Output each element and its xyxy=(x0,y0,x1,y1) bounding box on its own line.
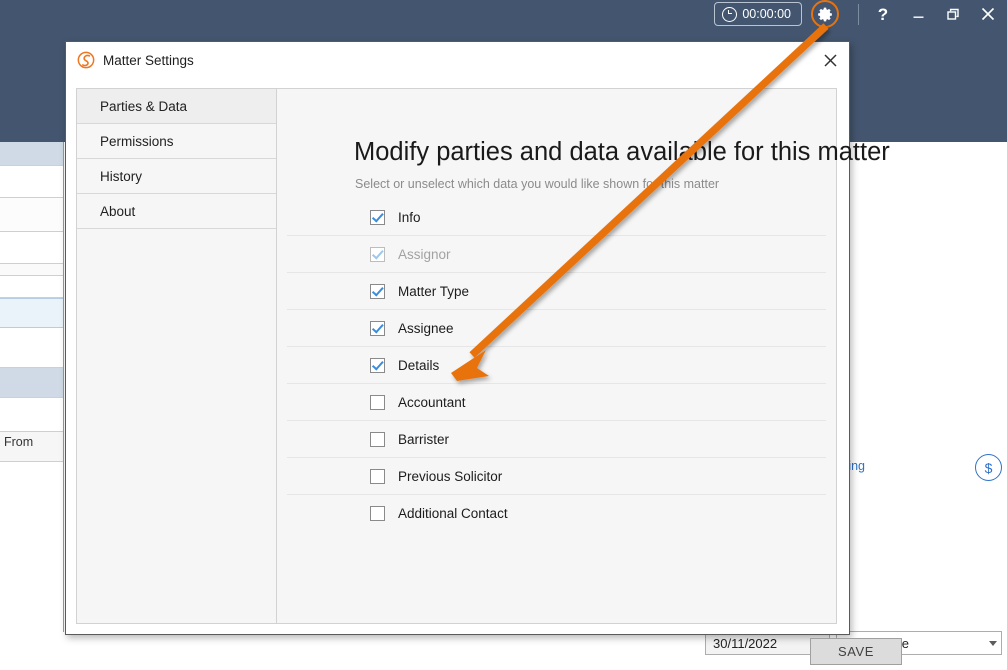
table-row xyxy=(0,142,63,166)
sidebar-item-label: About xyxy=(100,204,135,219)
close-window-button[interactable] xyxy=(974,2,1002,26)
dollar-circle-icon[interactable]: $ xyxy=(975,454,1002,481)
page-subtitle: Select or unselect which data you would … xyxy=(355,177,719,191)
option-label: Matter Type xyxy=(398,284,469,299)
option-label: Accountant xyxy=(398,395,466,410)
option-row-additional-contact[interactable]: Additional Contact xyxy=(287,495,826,532)
checkbox-assignor xyxy=(370,247,385,262)
page-title: Modify parties and data available for th… xyxy=(354,138,890,167)
checkbox-accountant[interactable] xyxy=(370,395,385,410)
table-row xyxy=(0,264,63,276)
settings-button[interactable] xyxy=(811,0,839,28)
help-icon: ? xyxy=(878,6,888,23)
sidebar-item-label: Parties & Data xyxy=(100,99,187,114)
minimize-icon xyxy=(912,8,925,21)
application-window: From TIMELINE $0.00 $0.00 $0.00 $0.00 il… xyxy=(0,0,1007,670)
option-label: Info xyxy=(398,210,421,225)
sidebar-item-label: Permissions xyxy=(100,134,174,149)
toolbar-separator xyxy=(858,4,859,25)
dialog-content-panel: Modify parties and data available for th… xyxy=(276,88,837,624)
help-button[interactable]: ? xyxy=(869,2,897,26)
option-row-previous-solicitor[interactable]: Previous Solicitor xyxy=(287,458,826,495)
date-dropdown-value: 30/11/2022 xyxy=(713,636,777,651)
sidebar-item-about[interactable]: About xyxy=(77,194,276,229)
table-row xyxy=(0,166,63,198)
save-button[interactable]: SAVE xyxy=(810,638,902,665)
option-label: Previous Solicitor xyxy=(398,469,502,484)
option-label: Assignee xyxy=(398,321,454,336)
restore-icon xyxy=(947,8,960,21)
option-row-info[interactable]: Info xyxy=(287,199,826,236)
background-right-panel: TIMELINE $0.00 $0.00 $0.00 $0.00 xyxy=(836,142,1007,670)
option-label: Barrister xyxy=(398,432,449,447)
close-icon xyxy=(824,54,837,67)
sidebar-item-parties-and-data[interactable]: Parties & Data xyxy=(77,89,276,124)
gear-icon xyxy=(817,6,834,23)
option-row-accountant[interactable]: Accountant xyxy=(287,384,826,421)
background-left-table: From xyxy=(0,142,64,632)
clock-icon xyxy=(722,7,737,22)
table-row xyxy=(0,368,63,398)
table-row-from: From xyxy=(0,432,63,462)
sidebar-item-history[interactable]: History xyxy=(77,159,276,194)
table-row xyxy=(0,232,63,264)
save-button-label: SAVE xyxy=(838,644,874,659)
table-row xyxy=(0,328,63,368)
checkbox-matter-type[interactable] xyxy=(370,284,385,299)
chevron-down-icon xyxy=(989,641,997,646)
checkbox-barrister[interactable] xyxy=(370,432,385,447)
table-row xyxy=(0,462,63,632)
dialog-title: Matter Settings xyxy=(103,53,194,68)
option-row-assignor: Assignor xyxy=(287,236,826,273)
option-label: Details xyxy=(398,358,439,373)
dialog-titlebar: Matter Settings xyxy=(66,42,849,78)
checkbox-assignee[interactable] xyxy=(370,321,385,336)
option-row-matter-type[interactable]: Matter Type xyxy=(287,273,826,310)
table-cell-from: From xyxy=(4,435,33,449)
timer-display[interactable]: 00:00:00 xyxy=(714,2,802,26)
option-row-details[interactable]: Details xyxy=(287,347,826,384)
matter-settings-dialog: Matter Settings Parties & Data Permissio… xyxy=(65,41,850,635)
table-row xyxy=(0,298,63,328)
options-list: Info Assignor Matter Type Assignee Detai… xyxy=(287,199,826,532)
table-row xyxy=(0,398,63,432)
sidebar-item-permissions[interactable]: Permissions xyxy=(77,124,276,159)
table-row xyxy=(0,198,63,232)
option-label: Assignor xyxy=(398,247,451,262)
table-row xyxy=(0,276,63,298)
checkbox-additional-contact[interactable] xyxy=(370,506,385,521)
sidebar-item-label: History xyxy=(100,169,142,184)
option-row-assignee[interactable]: Assignee xyxy=(287,310,826,347)
app-logo-icon xyxy=(77,51,95,69)
checkbox-details[interactable] xyxy=(370,358,385,373)
checkbox-previous-solicitor[interactable] xyxy=(370,469,385,484)
close-icon xyxy=(981,7,995,21)
option-row-barrister[interactable]: Barrister xyxy=(287,421,826,458)
timer-value: 00:00:00 xyxy=(742,7,791,21)
option-label: Additional Contact xyxy=(398,506,508,521)
minimize-button[interactable] xyxy=(904,2,932,26)
dialog-close-button[interactable] xyxy=(815,46,845,74)
dialog-sidebar: Parties & Data Permissions History About xyxy=(76,88,276,624)
restore-button[interactable] xyxy=(939,2,967,26)
checkbox-info[interactable] xyxy=(370,210,385,225)
